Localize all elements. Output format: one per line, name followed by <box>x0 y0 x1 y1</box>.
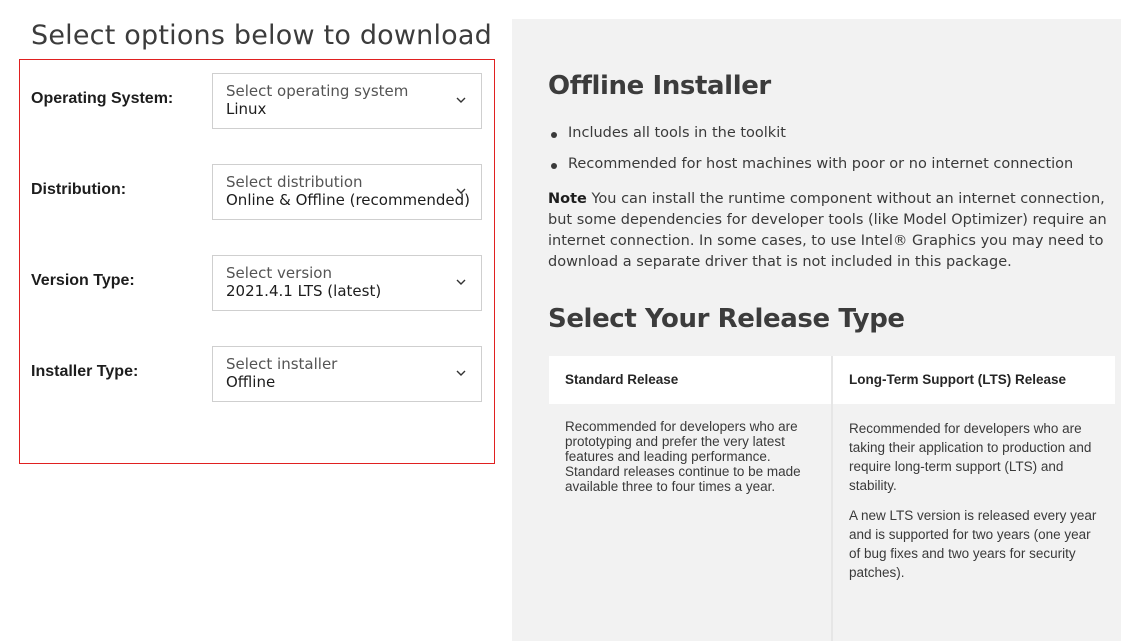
bullet-icon <box>551 163 557 169</box>
operating-system-placeholder: Select operating system <box>226 82 409 100</box>
list-item: Recommended for host machines with poor … <box>551 156 1074 187</box>
operating-system-value: Linux <box>226 100 267 118</box>
note-label: Note <box>548 191 587 207</box>
installer-feature-list: Includes all tools in the toolkit Recomm… <box>551 125 1074 187</box>
installer-title: Offline Installer <box>548 71 771 101</box>
chevron-down-icon <box>456 188 466 194</box>
release-type-table: Standard Release Recommended for develop… <box>549 356 1115 641</box>
chevron-down-icon <box>456 97 466 103</box>
installer-type-select[interactable]: Select installer Offline <box>212 346 482 402</box>
distribution-select[interactable]: Select distribution Online & Offline (re… <box>212 164 482 220</box>
standard-release-header: Standard Release <box>549 356 831 404</box>
version-type-placeholder: Select version <box>226 264 332 282</box>
standard-release-column: Standard Release Recommended for develop… <box>549 356 831 641</box>
bullet-text: Includes all tools in the toolkit <box>568 125 786 141</box>
note-text: You can install the runtime component wi… <box>548 191 1107 270</box>
distribution-value: Online & Offline (recommended) <box>226 191 471 209</box>
installer-note: Note You can install the runtime compone… <box>548 189 1108 273</box>
lts-release-header: Long-Term Support (LTS) Release <box>833 356 1115 404</box>
page-heading: Select options below to download <box>31 20 492 51</box>
chevron-down-icon <box>456 279 466 285</box>
version-type-label: Version Type: <box>31 272 135 289</box>
bullet-icon <box>551 132 557 138</box>
lts-release-column: Long-Term Support (LTS) Release Recommen… <box>833 356 1115 641</box>
lts-release-description: Recommended for developers who are takin… <box>849 421 1092 493</box>
installer-type-label: Installer Type: <box>31 363 139 380</box>
lts-release-support-info: A new LTS version is released every year… <box>849 508 1097 580</box>
installer-info-panel: Offline Installer Includes all tools in … <box>512 19 1121 641</box>
download-options-form: Operating System: Select operating syste… <box>19 59 495 464</box>
bullet-text: Recommended for host machines with poor … <box>568 156 1074 172</box>
version-type-select[interactable]: Select version 2021.4.1 LTS (latest) <box>212 255 482 311</box>
version-type-value: 2021.4.1 LTS (latest) <box>226 282 382 300</box>
standard-release-description: Recommended for developers who are proto… <box>565 419 801 494</box>
operating-system-select[interactable]: Select operating system Linux <box>212 73 482 129</box>
chevron-down-icon <box>456 370 466 376</box>
installer-type-placeholder: Select installer <box>226 355 338 373</box>
list-item: Includes all tools in the toolkit <box>551 125 1073 156</box>
release-type-title: Select Your Release Type <box>548 304 905 334</box>
operating-system-label: Operating System: <box>31 90 174 107</box>
distribution-placeholder: Select distribution <box>226 173 363 191</box>
distribution-label: Distribution: <box>31 181 127 198</box>
installer-type-value: Offline <box>226 373 276 391</box>
